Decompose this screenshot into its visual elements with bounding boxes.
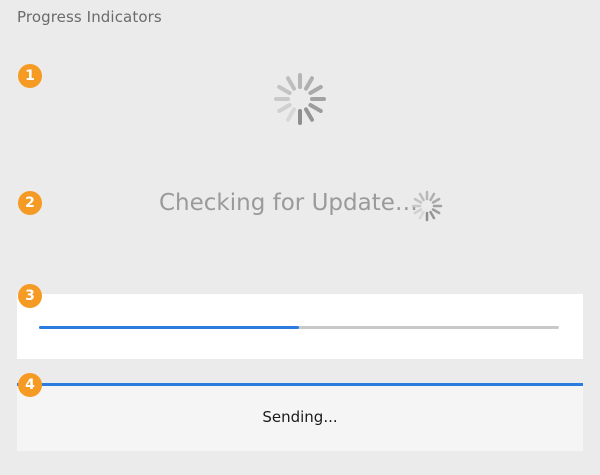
spinner-spoke [429, 192, 436, 202]
checking-update-row: Checking for Update… [0, 186, 600, 226]
spinner-spoke [418, 192, 425, 202]
spinner-spoke [413, 197, 423, 204]
spinner-spoke [277, 85, 292, 95]
spinner-spoke [431, 208, 441, 215]
spinner-spoke [308, 103, 323, 113]
spinner-spoke [413, 208, 423, 215]
spinner-spoke [418, 210, 425, 220]
sending-progress-bar [17, 383, 583, 386]
progress-panel [17, 294, 583, 359]
spinner-spoke [429, 210, 436, 220]
spinner-spoke [308, 85, 323, 95]
spinner-spoke [286, 107, 296, 122]
spinner-spoke [277, 103, 292, 113]
page-title: Progress Indicators [17, 8, 162, 26]
sending-panel: Sending... [17, 383, 583, 451]
spinner-icon [274, 73, 326, 125]
spinner-spoke [304, 76, 314, 91]
progress-fill [39, 326, 299, 329]
checking-update-label: Checking for Update… [159, 190, 418, 216]
spinner-spoke [304, 107, 314, 122]
spinner-icon [411, 190, 443, 222]
step-badge-2: 2 [18, 191, 42, 215]
step-badge-1: 1 [18, 64, 42, 88]
step-badge-3: 3 [18, 284, 42, 308]
spinner-spoke [286, 76, 296, 91]
spinner-spoke [431, 197, 441, 204]
step-badge-4: 4 [18, 373, 42, 397]
sending-label: Sending... [262, 408, 338, 426]
progress-track [39, 326, 559, 329]
